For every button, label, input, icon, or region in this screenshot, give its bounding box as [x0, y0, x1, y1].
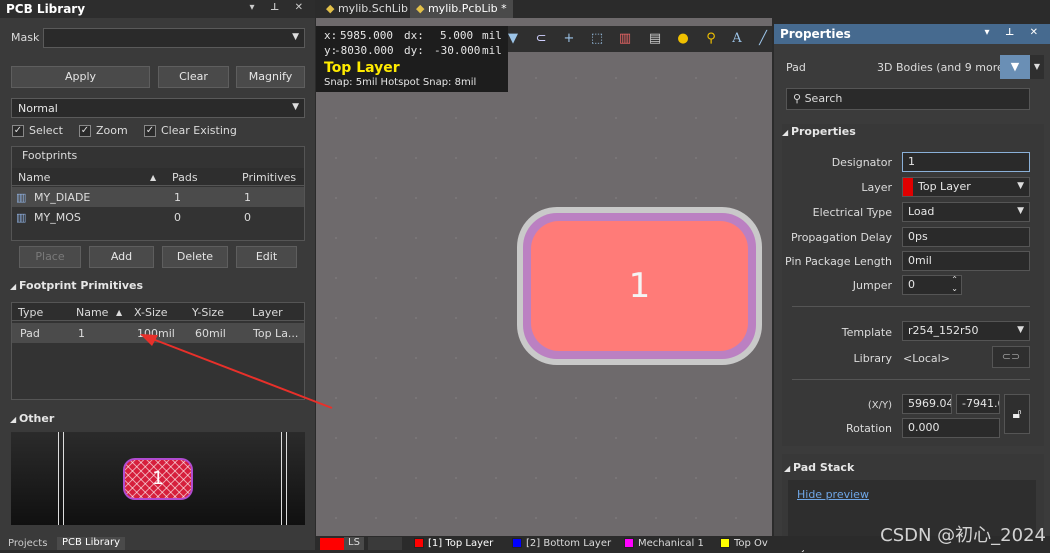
watermark-text: CSDN @初心_2024: [880, 525, 1046, 546]
annotation-arrow: [140, 334, 333, 409]
